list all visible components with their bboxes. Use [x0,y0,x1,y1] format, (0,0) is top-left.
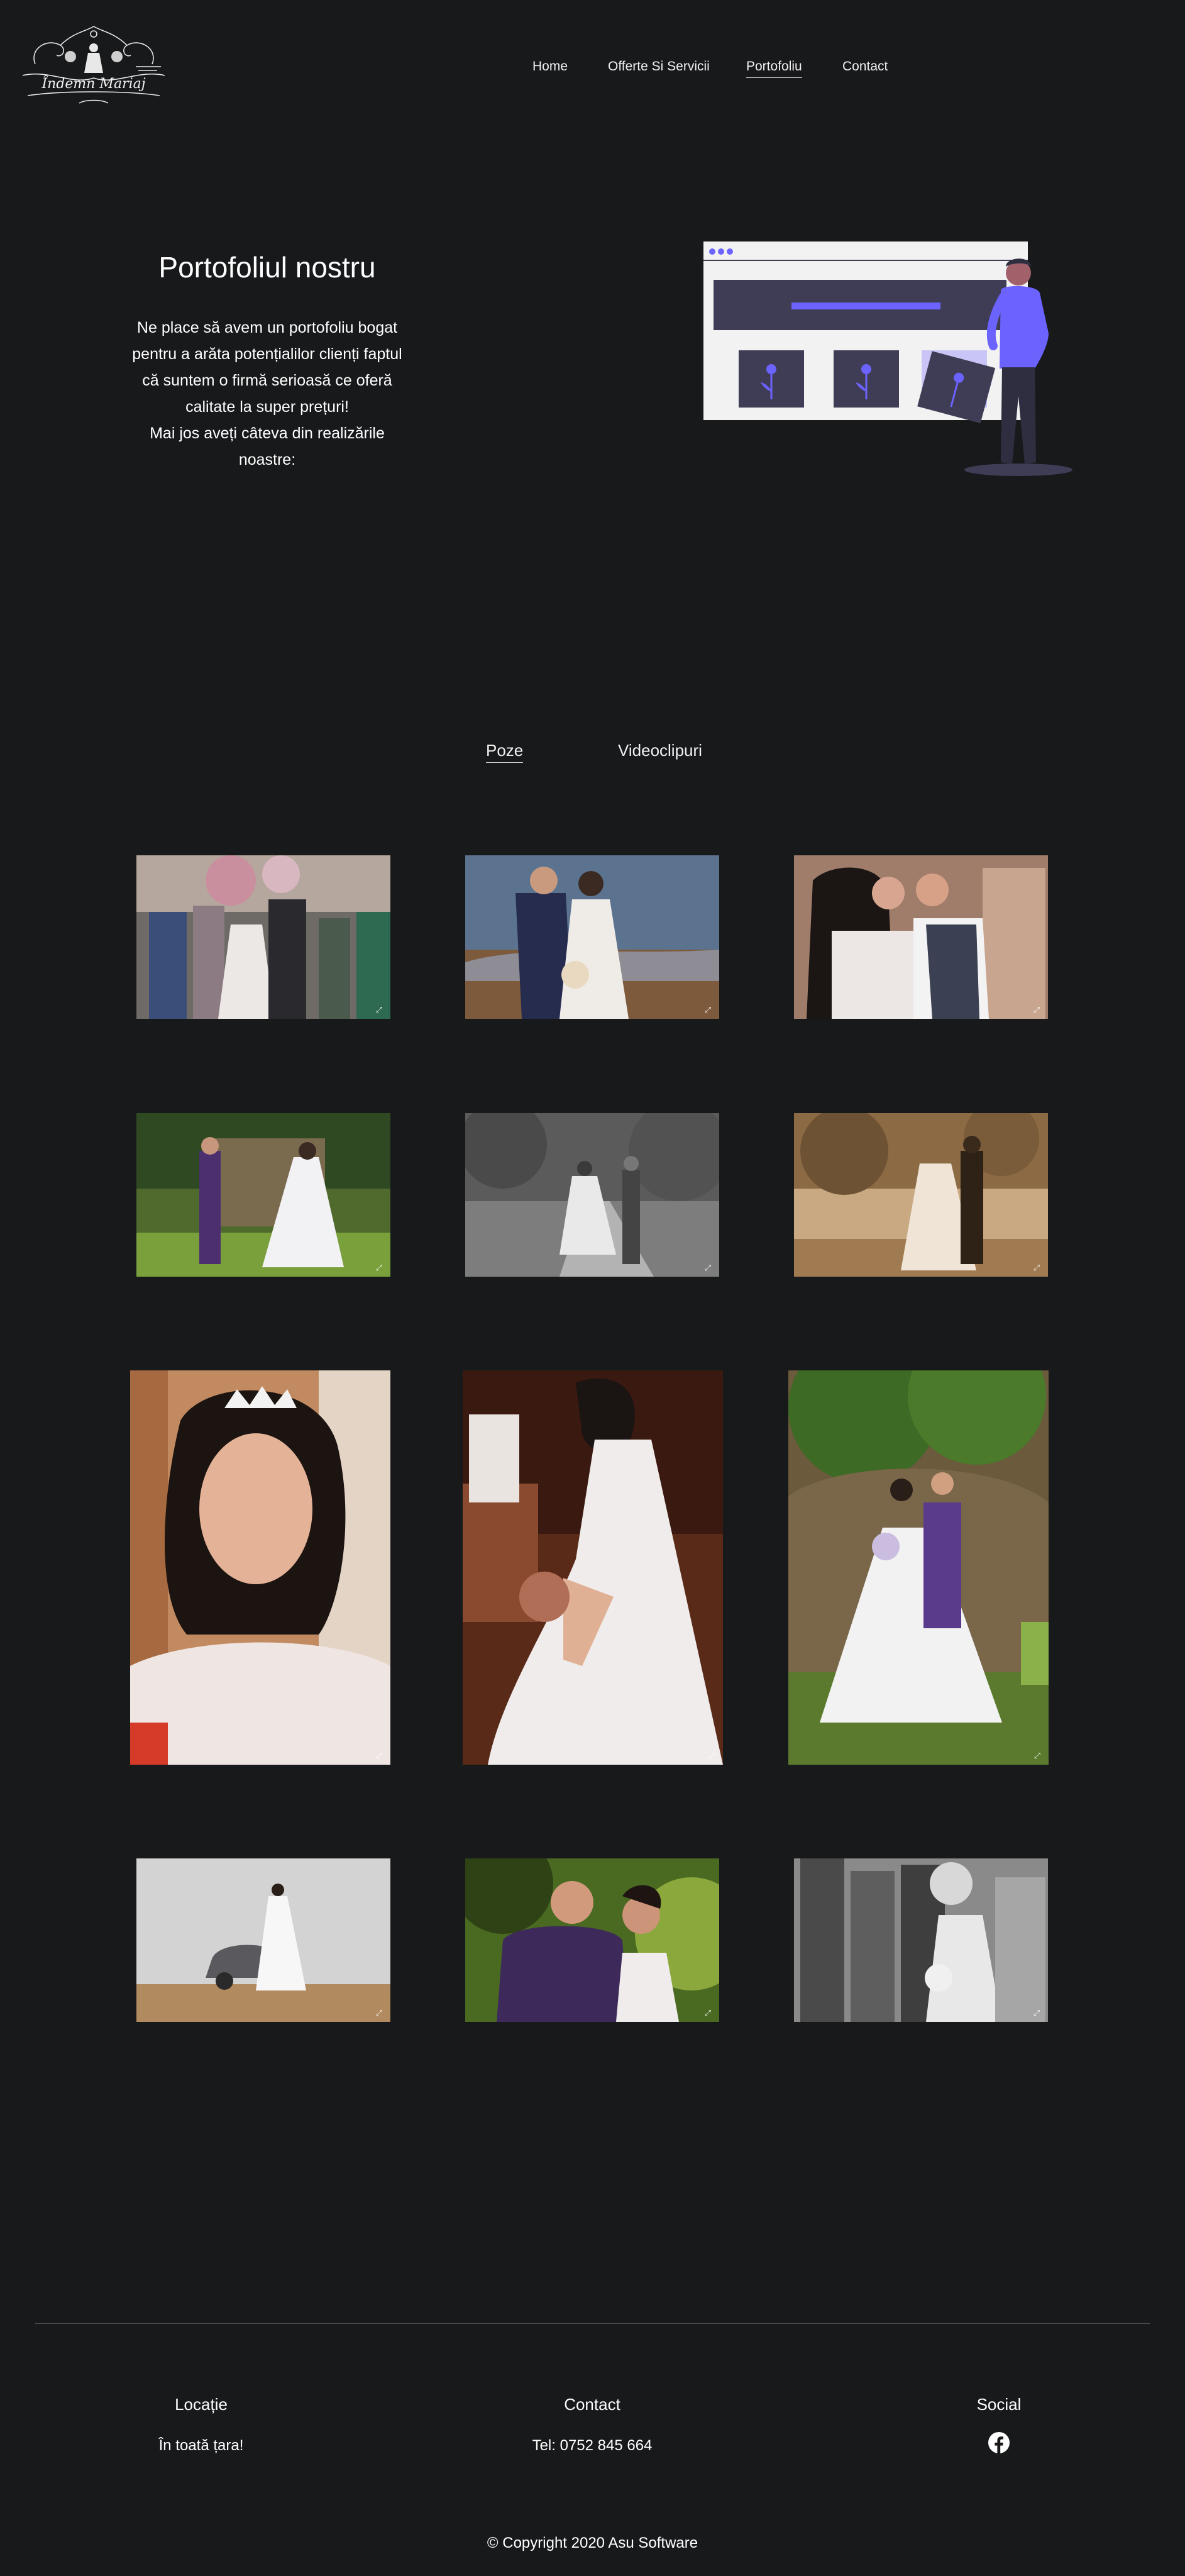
expand-icon: ⤢ [1033,1005,1040,1014]
expand-icon: ⤢ [708,1751,715,1760]
nav-offerte-si-servicii[interactable]: Offerte Si Servicii [608,59,710,75]
hero-line: Ne place să avem un portofoliu bogat [136,319,398,336]
bride-shoe-fitting-photo[interactable]: ⤢ [463,1370,723,1765]
tab-poze[interactable]: Poze [486,741,524,763]
logo[interactable]: Îndemn Mariaj [22,20,165,108]
tab-videoclipuri[interactable]: Videoclipuri [618,741,702,760]
expand-icon: ⤢ [375,1751,383,1760]
couple-under-tree-photo[interactable]: ⤢ [788,1370,1049,1765]
hero-line: noastre: [238,451,296,469]
expand-icon: ⤢ [1033,1263,1040,1272]
logo-name: Îndemn Mariaj [41,75,145,92]
bride-portrait-tiara-photo[interactable]: ⤢ [130,1370,390,1765]
facebook-icon[interactable] [988,2432,1010,2453]
hero-line: pentru a arăta potențialilor clienți fap… [132,345,402,363]
nav-portofoliu[interactable]: Portofoliu [746,59,802,78]
couple-laughing-photo[interactable]: ⤢ [465,1858,719,2022]
couple-walking-path-bw-photo[interactable]: ⤢ [465,1113,719,1277]
wedding-guests-celebration-photo[interactable]: ⤢ [136,855,390,1019]
expand-icon: ⤢ [704,1005,712,1014]
couple-kiss-indoor-photo[interactable]: ⤢ [794,855,1048,1019]
page-title: Portofoliul nostru [158,251,376,284]
couple-sepia-garden-photo[interactable]: ⤢ [794,1113,1048,1277]
copyright: © Copyright 2020 Asu Software [487,2534,698,2551]
footer-location-heading: Locație [175,2395,228,2414]
hero-paragraph: Ne place să avem un portofoliu bogat pen… [129,314,405,473]
footer-social-heading: Social [976,2395,1022,2414]
couple-holding-hands-park-photo[interactable]: ⤢ [136,1113,390,1277]
nav-home[interactable]: Home [532,59,568,75]
bride-by-convertible-photo[interactable]: ⤢ [136,1858,390,2022]
hero-line: că suntem o firmă serioasă ce oferă [142,372,392,389]
nav-contact[interactable]: Contact [842,59,888,75]
hero-line: calitate la super prețuri! [185,398,349,416]
footer-contact-phone[interactable]: Tel: 0752 845 664 [479,2437,705,2455]
portfolio-illustration [698,239,1081,478]
expand-icon: ⤢ [375,2008,383,2018]
expand-icon: ⤢ [704,1263,712,1272]
expand-icon: ⤢ [1033,2008,1040,2018]
footer-contact-heading: Contact [564,2395,620,2414]
hero-line: Mai jos aveți câteva din realizările [150,425,385,442]
expand-icon: ⤢ [1033,1751,1041,1760]
expand-icon: ⤢ [375,1005,383,1014]
footer-divider [35,2323,1150,2324]
couple-kiss-hillside-photo[interactable]: ⤢ [465,855,719,1019]
footer-location-value: În toată țara! [158,2437,244,2454]
wedding-party-bw-photo[interactable]: ⤢ [794,1858,1048,2022]
expand-icon: ⤢ [375,1263,383,1272]
expand-icon: ⤢ [704,2008,712,2018]
